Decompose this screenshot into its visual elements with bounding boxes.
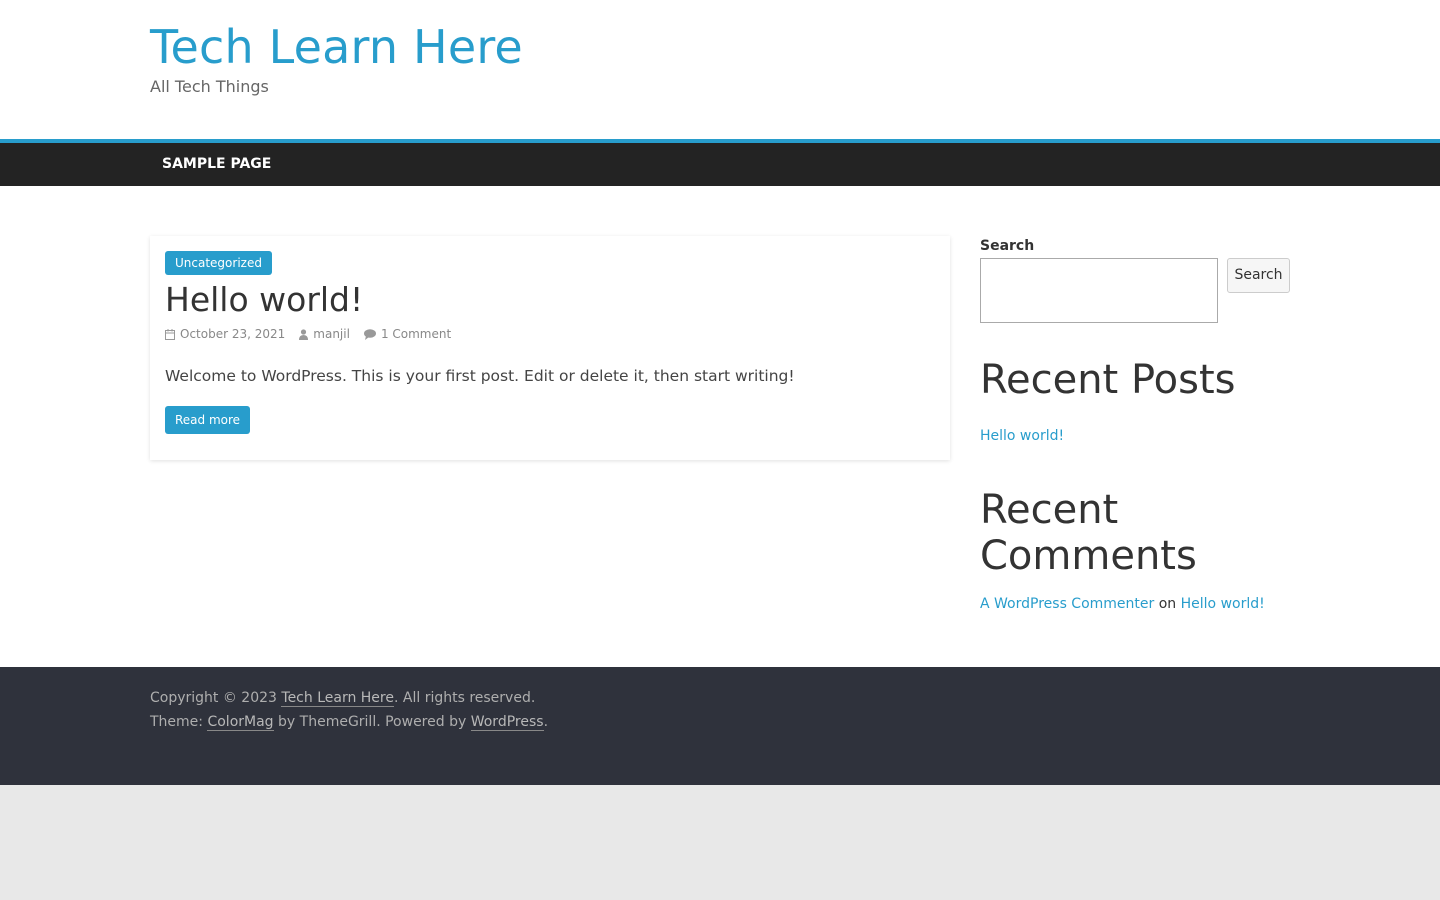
post-card: Uncategorized Hello world! October 23, 2… — [150, 236, 950, 460]
post-meta: October 23, 2021 manjil 1 Comment — [165, 325, 465, 343]
main-content: Uncategorized Hello world! October 23, 2… — [0, 186, 1440, 667]
post-date[interactable]: October 23, 2021 — [165, 325, 285, 343]
comment-author-link[interactable]: A WordPress Commenter — [980, 596, 1154, 612]
recent-comments-heading: Recent Comments — [980, 487, 1197, 579]
nav-item-sample-page[interactable]: SAMPLE PAGE — [162, 155, 271, 173]
post-author-text: manjil — [313, 327, 350, 341]
user-icon — [299, 328, 309, 340]
post-author[interactable]: manjil — [299, 325, 350, 343]
search-label: Search — [980, 238, 1035, 254]
copyright-rights: . All rights reserved. — [393, 690, 536, 706]
recent-posts-heading: Recent Posts — [980, 357, 1236, 403]
comment-icon — [363, 328, 376, 340]
footer-credits: Theme: ColorMag by ThemeGrill. Powered b… — [150, 712, 548, 732]
wordpress-link[interactable]: WordPress — [470, 714, 544, 731]
theme-prefix: Theme: — [150, 714, 208, 730]
theme-link[interactable]: ColorMag — [207, 714, 274, 731]
copyright-prefix: Copyright © 2023 — [150, 690, 282, 706]
category-badge[interactable]: Uncategorized — [165, 251, 272, 275]
post-comments-text: 1 Comment — [380, 327, 452, 341]
post-comments[interactable]: 1 Comment — [363, 325, 452, 343]
footer-site-link[interactable]: Tech Learn Here — [281, 690, 394, 707]
search-button[interactable]: Search — [1227, 258, 1290, 293]
comment-on-text: on — [1158, 596, 1177, 612]
post-title[interactable]: Hello world! — [165, 279, 363, 321]
post-date-text: October 23, 2021 — [180, 327, 286, 341]
read-more-button[interactable]: Read more — [165, 406, 251, 434]
credits-end: . — [543, 714, 549, 730]
search-input[interactable] — [980, 258, 1218, 323]
site-title[interactable]: Tech Learn Here — [150, 18, 523, 76]
site-tagline: All Tech Things — [150, 77, 269, 96]
recent-comment-item: A WordPress Commenter on Hello world! — [980, 595, 1265, 613]
site-footer: Copyright © 2023 Tech Learn Here. All ri… — [0, 667, 1440, 785]
main-navigation: SAMPLE PAGE — [0, 143, 1440, 186]
by-text: by ThemeGrill. Powered by — [273, 714, 471, 730]
footer-copyright: Copyright © 2023 Tech Learn Here. All ri… — [150, 688, 535, 708]
site-header: Tech Learn Here All Tech Things — [0, 0, 1440, 139]
comment-post-link[interactable]: Hello world! — [1181, 596, 1265, 612]
clock-icon — [165, 328, 175, 340]
post-excerpt: Welcome to WordPress. This is your first… — [165, 367, 795, 385]
recent-post-link[interactable]: Hello world! — [980, 427, 1064, 445]
